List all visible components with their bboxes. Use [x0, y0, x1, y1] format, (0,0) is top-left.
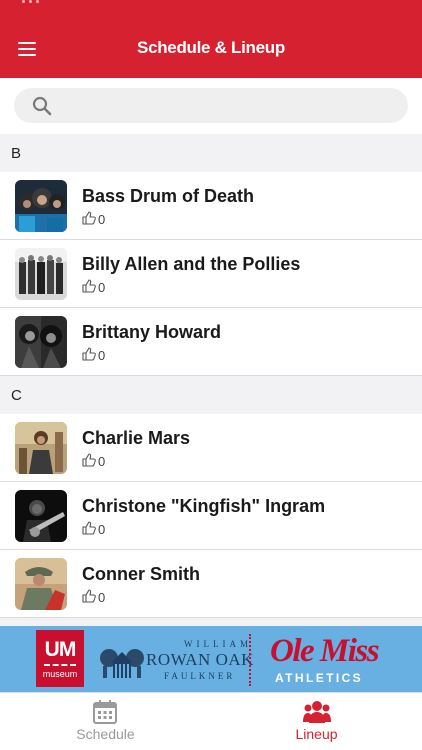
like-count-value: 0	[98, 454, 106, 469]
section-header-b: B	[0, 134, 422, 172]
section-letter: B	[11, 145, 22, 162]
page-title: Schedule & Lineup	[137, 38, 285, 57]
like-count-value: 0	[98, 280, 106, 295]
thumbs-up-icon	[82, 589, 96, 603]
like-count-value: 0	[98, 590, 106, 605]
app-screen: Schedule & Lineup B Bass Drum of Death 0…	[0, 0, 422, 750]
artist-photo	[15, 180, 67, 232]
section-letter: C	[11, 387, 22, 404]
search-input[interactable]	[60, 92, 390, 119]
artist-row[interactable]: Brittany Howard 0	[0, 308, 422, 376]
thumbs-up-icon	[82, 521, 96, 535]
search-bar[interactable]	[14, 88, 408, 123]
house-icon	[100, 649, 144, 678]
status-indicator	[22, 0, 48, 4]
artist-name: Charlie Mars	[82, 428, 191, 448]
ole-miss-athletics-logo: Ole Miss ATHLETICS	[270, 633, 380, 685]
artist-row[interactable]: Conner Smith 0	[0, 550, 422, 618]
artist-row[interactable]: Billy Allen and the Pollies 0	[0, 240, 422, 308]
tab-label: Schedule	[76, 726, 135, 742]
tab-lineup[interactable]: Lineup	[211, 693, 422, 750]
rowan-oak-logo: WILLIAM ROWAN OAK FAULKNER	[98, 634, 253, 684]
bottom-tab-bar: Schedule Lineup	[0, 692, 422, 750]
like-count-value: 0	[98, 522, 106, 537]
banner-divider	[249, 634, 251, 686]
like-count-value: 0	[98, 212, 106, 227]
group-icon	[303, 701, 331, 723]
artist-photo	[15, 316, 67, 368]
artist-name: Brittany Howard	[82, 322, 222, 342]
artist-row[interactable]: Christone "Kingfish" Ingram 0	[0, 482, 422, 550]
thumbs-up-icon	[82, 347, 96, 361]
section-header-c: C	[0, 376, 422, 414]
artist-name: Billy Allen and the Pollies	[82, 254, 301, 274]
artist-name: Christone "Kingfish" Ingram	[82, 496, 326, 516]
um-museum-logo: UM museum	[36, 630, 84, 687]
artist-name: Bass Drum of Death	[82, 186, 255, 206]
artist-photo	[15, 248, 67, 300]
artist-name: Conner Smith	[82, 564, 201, 584]
artist-row[interactable]: Bass Drum of Death 0	[0, 172, 422, 240]
calendar-icon	[93, 700, 117, 724]
app-header: Schedule & Lineup	[0, 0, 422, 78]
artist-photo	[15, 422, 67, 474]
like-count-value: 0	[98, 348, 106, 363]
thumbs-up-icon	[82, 279, 96, 293]
search-bar-container	[0, 78, 422, 134]
sponsor-banner[interactable]: UM museum WILLIAM ROWAN OAK FAULKNER Ole…	[0, 626, 422, 692]
tab-label: Lineup	[295, 726, 338, 742]
artist-photo	[15, 490, 67, 542]
thumbs-up-icon	[82, 453, 96, 467]
artist-photo	[15, 558, 67, 610]
search-icon	[32, 96, 52, 116]
tab-schedule[interactable]: Schedule	[0, 693, 211, 750]
thumbs-up-icon	[82, 211, 96, 225]
artist-row[interactable]: Charlie Mars 0	[0, 414, 422, 482]
